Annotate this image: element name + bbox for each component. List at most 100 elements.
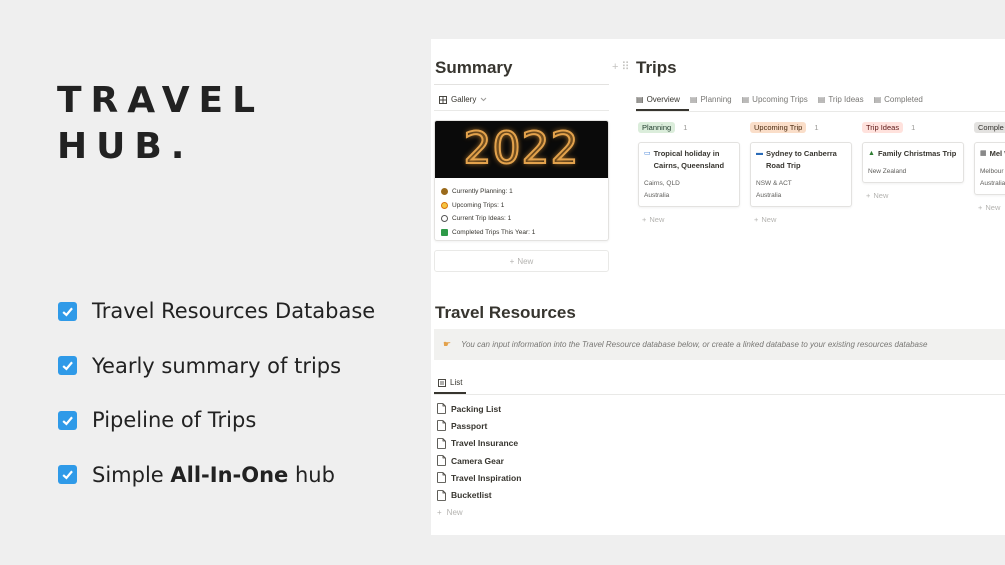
summary-heading: Summary <box>435 58 513 77</box>
status-badge: Upcoming Trip <box>750 121 807 133</box>
callout-text: You can input information into the Trave… <box>461 340 928 349</box>
block-handle[interactable]: + ⠿ <box>612 60 630 73</box>
cover-sparkler-text: 2022 <box>463 122 580 175</box>
new-label: New <box>985 203 1001 212</box>
column-new-button[interactable]: + New <box>862 191 964 200</box>
trip-title: Family Christmas Trip <box>877 149 957 158</box>
board-column-upcoming: Upcoming Trip 1 ▬ Sydney to Canberra Road… <box>750 121 852 224</box>
new-label: New <box>517 256 534 266</box>
new-label: New <box>649 215 665 224</box>
list-icon <box>438 378 446 387</box>
cover-image: 2022 <box>435 121 608 178</box>
resources-list: Packing List Passport Travel Insurance C… <box>437 400 521 521</box>
trip-card-title: ▬ Sydney to Canberra Road Trip <box>756 148 846 172</box>
tab-label: Trip Ideas <box>828 95 864 104</box>
trip-card[interactable]: ▲ Family Christmas Trip New Zealand <box>862 142 964 183</box>
trip-location: New Zealand <box>868 168 907 175</box>
property-row: Completed Trips This Year: 1 <box>441 226 602 240</box>
plus-icon: + <box>642 215 647 224</box>
list-view-tab[interactable]: List <box>438 378 462 387</box>
list-item[interactable]: Travel Insurance <box>437 435 521 452</box>
page-icon <box>437 455 446 466</box>
page-icon <box>437 489 446 501</box>
gallery-new-button[interactable]: + New <box>434 250 609 272</box>
divider <box>434 84 609 85</box>
trip-title: Sydney to Canberra Road Trip <box>766 149 837 170</box>
trip-card[interactable]: ▦Mel Weeke Melbour Australia <box>974 142 1005 195</box>
trip-title: Tropical holiday in Cairns, Queensland <box>653 149 725 170</box>
checkbox-checked-icon <box>58 465 77 484</box>
list-view-label: List <box>450 378 463 387</box>
property-value: Current Trip Ideas: 1 <box>452 215 512 223</box>
plus-icon: + <box>866 191 871 200</box>
pointing-hand-icon: ☛ <box>443 339 452 349</box>
trip-card[interactable]: ▬ Sydney to Canberra Road Trip NSW & ACT … <box>750 142 852 207</box>
column-header: Trip Ideas 1 <box>862 121 964 133</box>
hero-title-line-2: HUB. <box>57 126 194 167</box>
tab-overview[interactable]: ▤ Overview <box>636 95 680 104</box>
gallery-icon <box>439 95 447 104</box>
list-item-label: Camera Gear <box>451 455 504 466</box>
board-icon: ▤ <box>817 95 826 104</box>
board-icon: ▤ <box>636 95 644 104</box>
partial-circle-icon <box>441 201 448 209</box>
feature-item: Pipeline of Trips <box>58 407 375 433</box>
hero-title-line-1: TRAVEL <box>57 80 265 121</box>
trip-location: NSW & ACT <box>756 180 792 187</box>
trips-heading: Trips <box>636 58 677 77</box>
column-count: 1 <box>683 122 688 132</box>
property-value: Currently Planning: 1 <box>452 188 513 196</box>
feature-item: Yearly summary of trips <box>58 353 375 379</box>
gallery-view-tab[interactable]: Gallery <box>439 95 487 104</box>
feature-text-prefix: Simple <box>92 462 171 487</box>
trip-country: Australia <box>756 192 782 199</box>
list-item[interactable]: Travel Inspiration <box>437 469 521 486</box>
property-row: Currently Planning: 1 <box>441 185 602 199</box>
property-value: Upcoming Trips: 1 <box>452 201 505 209</box>
resources-heading: Travel Resources <box>435 303 576 322</box>
new-label: New <box>761 215 777 224</box>
summary-gallery-card[interactable]: 2022 Currently Planning: 1 Upcoming Trip… <box>434 120 609 241</box>
page-icon <box>437 420 446 432</box>
list-item[interactable]: Passport <box>437 417 521 434</box>
tab-upcoming-trips[interactable]: ▤ Upcoming Trips <box>742 95 808 104</box>
plus-icon: + <box>437 507 442 517</box>
board-icon: ▤ <box>873 95 882 104</box>
column-header: Comple <box>974 121 1005 133</box>
trip-location: Cairns, QLD <box>644 180 680 187</box>
trip-country: Australia <box>980 180 1005 187</box>
property-value: Completed Trips This Year: 1 <box>452 228 536 236</box>
column-new-button[interactable]: + New <box>638 215 740 224</box>
divider <box>434 110 609 111</box>
car-icon: ▬ <box>756 150 763 157</box>
column-new-button[interactable]: + New <box>750 215 852 224</box>
plus-icon: + <box>978 203 983 212</box>
list-item-label: Travel Inspiration <box>451 472 522 483</box>
board-icon: ▤ <box>689 95 698 104</box>
trip-card[interactable]: ▭ Tropical holiday in Cairns, Queensland … <box>638 142 740 207</box>
tab-label: Planning <box>700 95 732 104</box>
card-properties: Currently Planning: 1 Upcoming Trips: 1 … <box>435 178 608 240</box>
cloud-icon <box>441 215 448 223</box>
list-item[interactable]: Packing List <box>437 400 521 417</box>
tab-completed[interactable]: ▤ Completed <box>874 95 923 104</box>
list-new-button[interactable]: + New <box>437 504 521 521</box>
new-label: New <box>873 191 889 200</box>
building-icon: ▦ <box>980 150 987 157</box>
tab-planning[interactable]: ▤ Planning <box>690 95 732 104</box>
checkbox-checked-icon <box>58 301 77 321</box>
list-item[interactable]: Camera Gear <box>437 452 521 469</box>
column-header: Upcoming Trip 1 <box>750 121 852 133</box>
list-item[interactable]: Bucketlist <box>437 486 521 503</box>
column-new-button[interactable]: + New <box>974 203 1005 212</box>
feature-text: Pipeline of Trips <box>92 408 257 432</box>
trip-card-title: ▭ Tropical holiday in Cairns, Queensland <box>644 148 734 172</box>
notion-page: Summary Gallery 2022 Currently Planning:… <box>431 39 1005 535</box>
trips-view-tabs: ▤ Overview ▤ Planning ▤ Upcoming Trips ▤ Tri… <box>636 95 923 104</box>
checkbox-icon <box>441 228 448 236</box>
tab-trip-ideas[interactable]: ▤ Trip Ideas <box>818 95 864 104</box>
trip-location: Melbour <box>980 168 1004 175</box>
trip-country: Australia <box>644 192 670 199</box>
tab-label: Upcoming Trips <box>752 95 808 104</box>
status-badge: Comple <box>974 121 1005 133</box>
